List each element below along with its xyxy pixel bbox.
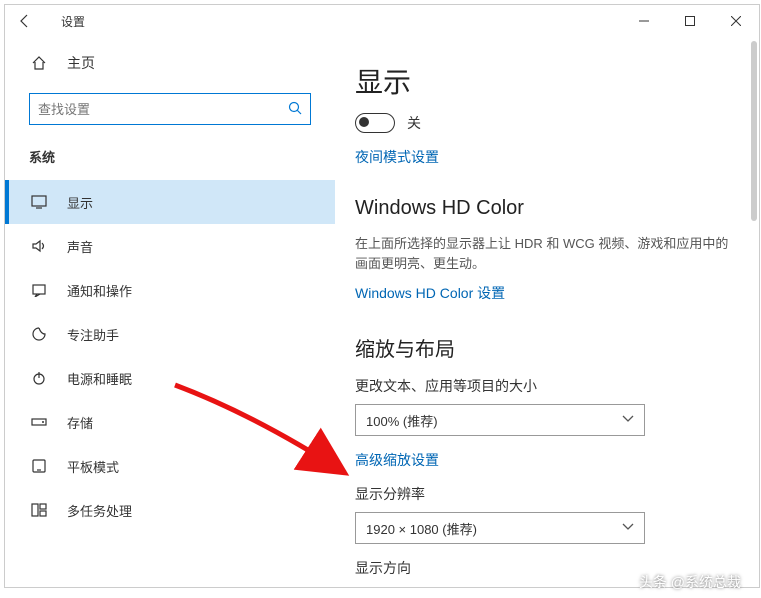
nav-label: 通知和操作 <box>67 281 132 300</box>
section-label: 系统 <box>5 143 335 180</box>
resolution-dropdown[interactable]: 1920 × 1080 (推荐) <box>355 512 645 544</box>
page-heading: 显示 <box>355 61 731 101</box>
window-controls <box>621 5 759 37</box>
advanced-scale-link[interactable]: 高级缩放设置 <box>355 450 731 470</box>
nav-label: 专注助手 <box>67 325 119 344</box>
home-label: 主页 <box>67 53 95 73</box>
focus-icon <box>29 326 49 342</box>
scale-dropdown[interactable]: 100% (推荐) <box>355 404 645 436</box>
hd-color-heading: Windows HD Color <box>355 197 731 220</box>
scale-value: 100% (推荐) <box>366 411 438 430</box>
sidebar-item-multitask[interactable]: 多任务处理 <box>5 488 335 532</box>
hd-color-settings-link[interactable]: Windows HD Color 设置 <box>355 283 731 303</box>
nav-label: 声音 <box>67 237 93 256</box>
hd-color-description: 在上面所选择的显示器上让 HDR 和 WCG 视频、游戏和应用中的画面更明亮、更… <box>355 234 731 273</box>
titlebar: 设置 <box>5 5 759 37</box>
close-icon <box>731 16 741 26</box>
scale-field-label: 更改文本、应用等项目的大小 <box>355 376 731 396</box>
chevron-down-icon <box>622 415 634 426</box>
resolution-value: 1920 × 1080 (推荐) <box>366 519 477 538</box>
nav-label: 存储 <box>67 413 93 432</box>
search-field[interactable] <box>38 102 288 117</box>
home-icon <box>29 55 49 71</box>
display-icon <box>29 195 49 209</box>
sidebar: 主页 系统 显示 声音 通知和操作 <box>5 37 335 587</box>
power-icon <box>29 370 49 386</box>
sidebar-item-notifications[interactable]: 通知和操作 <box>5 268 335 312</box>
nav-label: 平板模式 <box>67 457 119 476</box>
search-input[interactable] <box>29 93 311 125</box>
app-title: 设置 <box>61 13 85 30</box>
multitask-icon <box>29 503 49 517</box>
watermark: 头条 @系统总裁 <box>639 572 741 592</box>
scrollbar[interactable] <box>751 41 757 221</box>
sound-icon <box>29 239 49 253</box>
scale-layout-heading: 缩放与布局 <box>355 333 731 362</box>
main-content: 显示 关 夜间模式设置 Windows HD Color 在上面所选择的显示器上… <box>335 37 759 587</box>
sidebar-item-display[interactable]: 显示 <box>5 180 335 224</box>
sidebar-item-focus[interactable]: 专注助手 <box>5 312 335 356</box>
nav-label: 显示 <box>67 193 93 212</box>
nav-label: 多任务处理 <box>67 501 132 520</box>
chevron-down-icon <box>622 523 634 534</box>
minimize-icon <box>639 16 649 26</box>
toggle-knob <box>359 117 369 127</box>
sidebar-item-storage[interactable]: 存储 <box>5 400 335 444</box>
sidebar-item-power[interactable]: 电源和睡眠 <box>5 356 335 400</box>
resolution-field-label: 显示分辨率 <box>355 484 731 504</box>
sidebar-item-sound[interactable]: 声音 <box>5 224 335 268</box>
close-button[interactable] <box>713 5 759 37</box>
night-mode-settings-link[interactable]: 夜间模式设置 <box>355 147 731 167</box>
search-icon <box>288 101 302 118</box>
notifications-icon <box>29 283 49 297</box>
home-link[interactable]: 主页 <box>5 45 335 81</box>
toggle-state-label: 关 <box>407 113 421 133</box>
storage-icon <box>29 416 49 428</box>
arrow-left-icon <box>17 13 33 29</box>
minimize-button[interactable] <box>621 5 667 37</box>
back-button[interactable] <box>5 5 45 37</box>
sidebar-item-tablet[interactable]: 平板模式 <box>5 444 335 488</box>
night-mode-toggle[interactable] <box>355 113 395 133</box>
nav-label: 电源和睡眠 <box>67 369 132 388</box>
tablet-icon <box>29 459 49 473</box>
maximize-button[interactable] <box>667 5 713 37</box>
maximize-icon <box>685 16 695 26</box>
